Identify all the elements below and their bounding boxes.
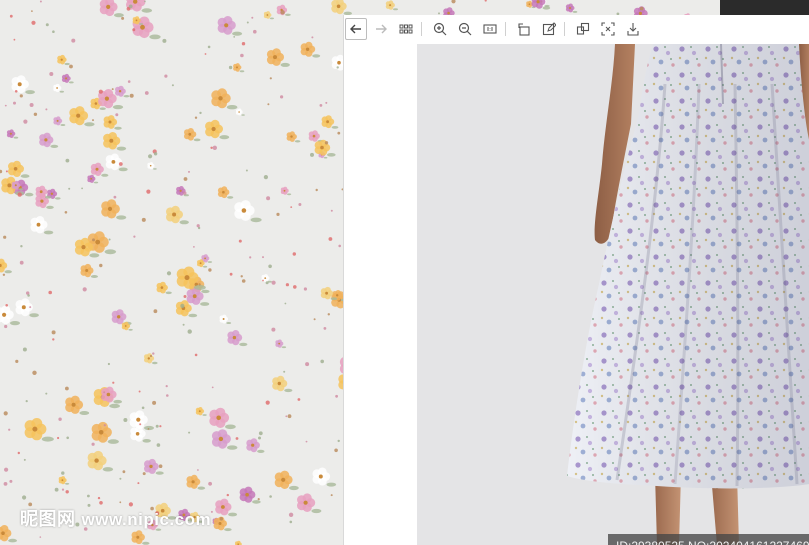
actual-size-button[interactable] — [479, 18, 501, 40]
image-viewer-panel: ID:29380525 NO:20240416122746965100 — [343, 15, 809, 545]
actual-size-icon — [483, 24, 497, 34]
image-id-badge: ID:29380525 NO:20240416122746965100 — [608, 534, 809, 545]
toolbar-separator — [421, 22, 422, 36]
rotate-button[interactable] — [513, 18, 535, 40]
dress-photo: ID:29380525 NO:20240416122746965100 — [417, 44, 809, 545]
copy-button[interactable] — [572, 18, 594, 40]
edit-button[interactable] — [538, 18, 560, 40]
copy-icon — [576, 22, 590, 35]
download-button[interactable] — [622, 18, 644, 40]
toolbar-separator — [564, 22, 565, 36]
grid-view-icon — [399, 24, 413, 34]
fullscreen-icon — [601, 22, 615, 36]
watermark-cn-text: 昵图网 — [20, 509, 76, 529]
rotate-icon — [518, 23, 530, 36]
zoom-in-button[interactable] — [429, 18, 451, 40]
edit-icon — [542, 22, 556, 36]
forward-arrow-icon — [376, 24, 387, 34]
dress-illustration — [567, 44, 809, 545]
watermark-url-text: www.nipic.com — [81, 510, 212, 529]
back-button[interactable] — [345, 18, 367, 40]
forward-button[interactable] — [370, 18, 392, 40]
top-dark-strip — [720, 0, 809, 16]
toolbar-separator — [505, 22, 506, 36]
viewer-white-margin — [344, 43, 416, 545]
site-watermark: 昵图网 www.nipic.com — [20, 505, 211, 531]
fullscreen-button[interactable] — [597, 18, 619, 40]
grid-view-button[interactable] — [395, 18, 417, 40]
back-arrow-icon — [350, 24, 361, 34]
viewer-toolbar — [344, 15, 809, 43]
zoom-in-icon — [433, 22, 447, 36]
download-icon — [627, 23, 639, 36]
zoom-out-icon — [458, 22, 472, 36]
zoom-out-button[interactable] — [454, 18, 476, 40]
